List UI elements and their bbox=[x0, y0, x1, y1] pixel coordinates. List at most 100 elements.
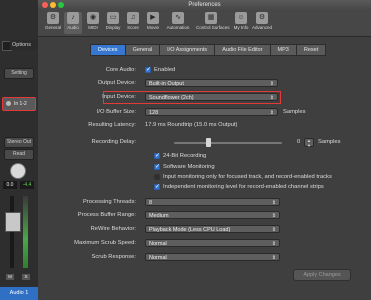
stereo-out-button[interactable]: Stereo Out bbox=[4, 137, 34, 148]
latency-value: 17.9 ms Roundtrip (15.0 ms Output) bbox=[145, 122, 238, 128]
read-button[interactable]: Read bbox=[4, 149, 34, 160]
input-channel-button[interactable]: In 1-2 bbox=[2, 97, 36, 111]
toolbar-score[interactable]: ♫ Score bbox=[124, 12, 142, 34]
my-info-icon: ☺ bbox=[235, 12, 247, 24]
max-scrub-label: Maximum Scrub Speed: bbox=[74, 240, 136, 246]
window-title: Preferences bbox=[188, 2, 221, 8]
options-label: Options bbox=[10, 40, 40, 50]
movie-icon: ▶ bbox=[147, 12, 159, 24]
io-buffer-unit: Samples bbox=[283, 109, 306, 115]
toolbar-audio[interactable]: ♪ Audio bbox=[64, 12, 82, 34]
pan-knob[interactable] bbox=[10, 163, 26, 179]
software-monitoring-label: Software Monitoring bbox=[163, 164, 215, 170]
chevron-updown-icon: ⇕ bbox=[271, 255, 276, 261]
processing-threads-label: Processing Threads: bbox=[82, 199, 136, 205]
toolbar-automation[interactable]: ∿ Automation bbox=[166, 12, 190, 34]
track-name[interactable]: Audio 1 bbox=[0, 287, 38, 300]
chevron-updown-icon: ⇕ bbox=[271, 200, 276, 206]
peak-value: -4.4 bbox=[20, 181, 34, 189]
apply-changes-button[interactable]: Apply Changes bbox=[293, 269, 351, 281]
input-device-select[interactable]: Soundflower (2ch) ⇕ bbox=[145, 93, 278, 101]
process-buffer-select[interactable]: Medium ⇕ bbox=[145, 211, 280, 219]
process-buffer-value: Medium bbox=[149, 213, 169, 219]
independent-monitoring-label: Independent monitoring level for record-… bbox=[163, 184, 324, 190]
core-audio-checkbox[interactable] bbox=[145, 66, 151, 73]
max-scrub-value: Normal bbox=[149, 241, 167, 247]
recording-delay-slider[interactable] bbox=[206, 138, 211, 147]
input-monitoring-checkbox[interactable] bbox=[154, 174, 160, 180]
24bit-recording-label: 24-Bit Recording bbox=[163, 153, 207, 159]
output-device-label: Output Device: bbox=[97, 80, 136, 86]
max-scrub-select[interactable]: Normal ⇕ bbox=[145, 239, 280, 247]
mute-button[interactable]: M bbox=[6, 274, 14, 280]
rewire-select[interactable]: Playback Mode (Less CPU Load) ⇕ bbox=[145, 225, 280, 233]
fader-track bbox=[10, 196, 14, 268]
control-surfaces-icon: ▦ bbox=[205, 12, 217, 24]
solo-button[interactable]: S bbox=[22, 274, 30, 280]
toolbar-general[interactable]: ⚙ General bbox=[44, 12, 62, 34]
toolbar-movie[interactable]: ▶ Movie bbox=[144, 12, 162, 34]
score-icon: ♫ bbox=[127, 12, 139, 24]
volume-fader[interactable] bbox=[5, 212, 21, 232]
chevron-updown-icon: ⇕ bbox=[269, 95, 274, 101]
output-device-select[interactable]: Built-in Output ⇕ bbox=[145, 79, 278, 87]
input-device-label: Input Device: bbox=[102, 94, 136, 100]
scrub-response-value: Normal bbox=[149, 255, 167, 261]
rewire-value: Playback Mode (Less CPU Load) bbox=[149, 227, 231, 233]
advanced-icon: ⚙ bbox=[256, 12, 268, 24]
level-meter bbox=[23, 196, 28, 268]
independent-monitoring-checkbox[interactable] bbox=[154, 183, 160, 190]
software-monitoring-checkbox[interactable] bbox=[154, 163, 160, 170]
tab-audio-file-editor[interactable]: Audio File Editor bbox=[214, 44, 270, 56]
setting-button[interactable]: Setting bbox=[4, 68, 34, 79]
tab-io-assignments[interactable]: I/O Assignments bbox=[159, 44, 215, 56]
tab-bar: Devices General I/O Assignments Audio Fi… bbox=[90, 44, 327, 56]
chevron-updown-icon: ⇕ bbox=[269, 110, 274, 116]
scrub-response-select[interactable]: Normal ⇕ bbox=[145, 253, 280, 261]
tab-general[interactable]: General bbox=[124, 44, 160, 56]
input-monitoring-label: Input monitoring only for focused track,… bbox=[163, 174, 332, 180]
io-buffer-label: I/O Buffer Size: bbox=[96, 109, 136, 115]
scrub-response-label: Scrub Response: bbox=[91, 254, 136, 260]
chevron-updown-icon: ⇕ bbox=[271, 241, 276, 247]
automation-icon: ∿ bbox=[172, 12, 184, 24]
tab-devices[interactable]: Devices bbox=[90, 44, 125, 56]
input-device-value: Soundflower (2ch) bbox=[149, 95, 194, 101]
midi-icon: ◉ bbox=[87, 12, 99, 24]
recording-delay-stepper[interactable]: ▲ ▼ bbox=[304, 138, 314, 147]
latency-label: Resulting Latency: bbox=[88, 122, 136, 128]
toolbar: ⚙ General ♪ Audio ◉ MIDI ▭ Display ♫ Score ▶ M… bbox=[38, 10, 371, 37]
preferences-window: Preferences ⚙ General ♪ Audio ◉ MIDI ▭ Displ… bbox=[38, 0, 371, 300]
process-buffer-label: Process Buffer Range: bbox=[77, 212, 136, 218]
recording-delay-track bbox=[174, 142, 282, 144]
core-audio-label: Core Audio: bbox=[105, 67, 136, 73]
toolbar-control-surfaces[interactable]: ▦ Control Surfaces bbox=[196, 12, 230, 34]
input-icon bbox=[6, 101, 11, 106]
recording-delay-unit: Samples bbox=[318, 139, 341, 145]
processing-threads-select[interactable]: 8 ⇕ bbox=[145, 198, 280, 206]
recording-delay-value: 0 bbox=[297, 139, 301, 145]
toolbar-display[interactable]: ▭ Display bbox=[104, 12, 122, 34]
audio-icon: ♪ bbox=[67, 12, 79, 24]
input-channel-label: In 1-2 bbox=[14, 101, 27, 107]
display-icon: ▭ bbox=[107, 12, 119, 24]
mixer-strip: Options Setting In 1-2 Stereo Out Read 0… bbox=[0, 0, 40, 300]
processing-threads-value: 8 bbox=[149, 200, 153, 206]
chevron-updown-icon: ⇕ bbox=[269, 81, 274, 87]
toolbar-midi[interactable]: ◉ MIDI bbox=[84, 12, 102, 34]
chevron-updown-icon: ⇕ bbox=[271, 227, 276, 233]
volume-value: 0.0 bbox=[3, 181, 17, 189]
chevron-updown-icon: ⇕ bbox=[271, 213, 276, 219]
toolbar-advanced[interactable]: ⚙ Advanced bbox=[252, 12, 272, 34]
rewire-label: ReWire Behavior: bbox=[90, 226, 136, 232]
output-device-value: Built-in Output bbox=[149, 81, 184, 87]
24bit-recording-checkbox[interactable] bbox=[154, 152, 160, 159]
recording-delay-label: Recording Delay: bbox=[91, 139, 136, 145]
tab-mp3[interactable]: MP3 bbox=[269, 44, 296, 56]
tab-reset[interactable]: Reset bbox=[295, 44, 327, 56]
io-buffer-value: 128 bbox=[149, 110, 159, 116]
io-buffer-select[interactable]: 128 ⇕ bbox=[145, 108, 278, 116]
toolbar-my-info[interactable]: ☺ My Info bbox=[232, 12, 250, 34]
core-audio-enabled-label: Enabled bbox=[154, 67, 176, 73]
general-icon: ⚙ bbox=[47, 12, 59, 24]
